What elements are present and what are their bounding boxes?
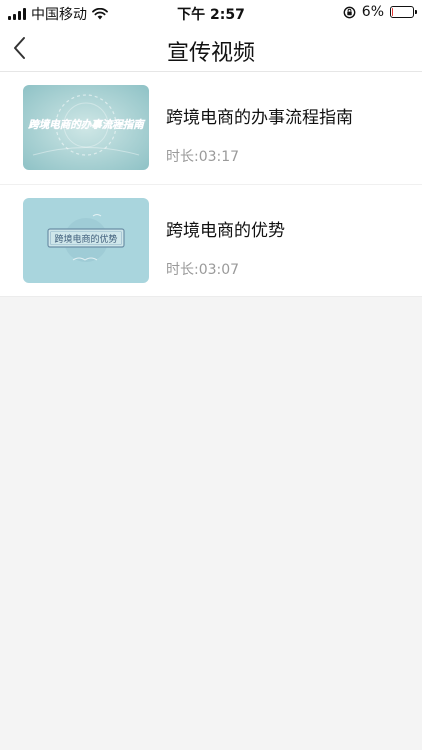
thumbnail-image: 跨境电商的优势: [23, 198, 149, 283]
page-title: 宣传视频: [166, 41, 255, 66]
video-duration: 时长:03:07: [166, 259, 239, 279]
thumbnail-image: 跨境电商的办事流程指南: [23, 85, 149, 170]
video-title: 跨境电商的办事流程指南: [166, 108, 353, 128]
duration-label: 时长:: [166, 262, 199, 278]
duration-value: 03:07: [198, 262, 240, 278]
battery-level: [392, 8, 393, 16]
thumbnail-title: 跨境电商的办事流程指南: [28, 118, 146, 131]
video-item-2[interactable]: 跨境电商的优势 跨境电商的优势 时长:03:07: [0, 184, 422, 296]
video-thumbnail: 跨境电商的办事流程指南: [23, 85, 149, 170]
video-list: 跨境电商的办事流程指南 跨境电商的办事流程指南 时长:03:17 跨境电商的优势…: [0, 72, 422, 297]
video-title: 跨境电商的优势: [166, 221, 285, 241]
duration-label: 时长:: [166, 149, 199, 165]
thumbnail-title: 跨境电商的优势: [54, 233, 117, 245]
orientation-lock-icon: [343, 6, 356, 18]
status-bar: 中国移动 下午 2:57 6%: [0, 0, 422, 24]
nav-bar: 宣传视频: [0, 24, 422, 72]
battery-icon: [390, 6, 417, 18]
battery-percent: 6%: [361, 4, 384, 20]
status-bar-right: 6%: [343, 4, 417, 20]
video-thumbnail: 跨境电商的优势: [23, 198, 149, 283]
video-item-1[interactable]: 跨境电商的办事流程指南 跨境电商的办事流程指南 时长:03:17: [0, 72, 422, 184]
duration-value: 03:17: [198, 149, 240, 165]
video-duration: 时长:03:17: [166, 146, 239, 166]
